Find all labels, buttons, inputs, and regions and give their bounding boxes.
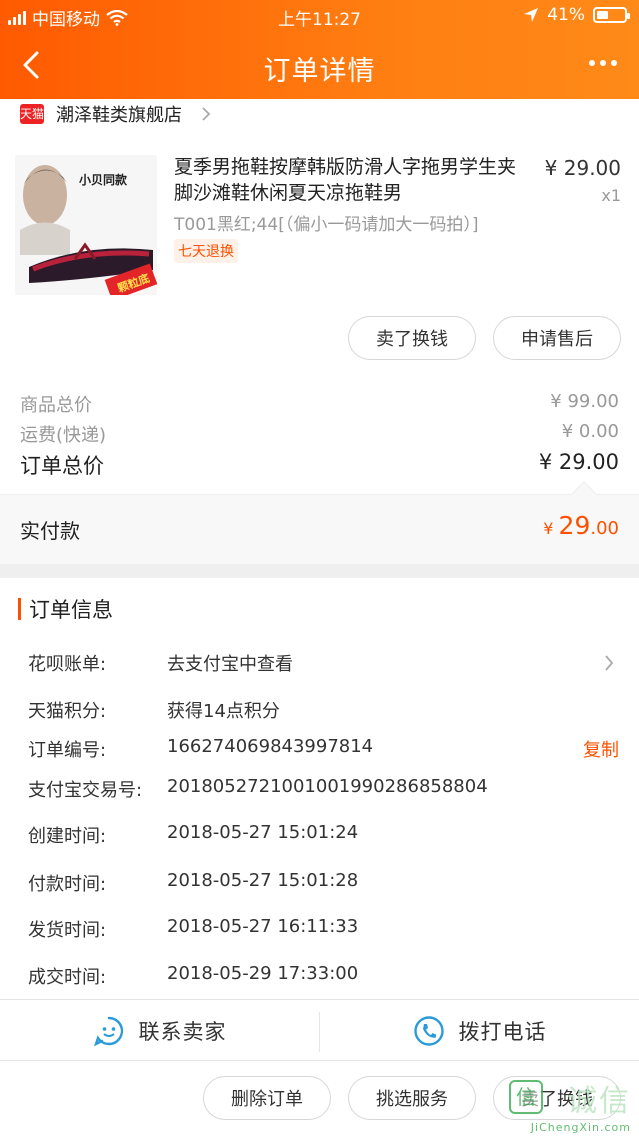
tmall-badge: 天猫 [20, 104, 44, 124]
shipped-time-row: 发货时间: 2018-05-27 16:11:33 [28, 916, 359, 941]
sell-for-cash-button[interactable]: 卖了换钱 [493, 1076, 621, 1120]
header: 中国移动 上午11:27 41% 订单详情 [0, 0, 639, 99]
huabei-bill-row[interactable]: 花呗账单: 去支付宝中查看 [0, 650, 639, 680]
call-phone-button[interactable]: 拨打电话 [320, 1000, 639, 1062]
paid-amount-row: 实付款 ¥ 29.00 [0, 481, 639, 564]
alipay-trade-row: 支付宝交易号: 2018052721001001990286858804 [28, 776, 488, 801]
paid-value: ¥ 29.00 [543, 511, 619, 540]
section-divider [0, 564, 639, 578]
order-number-row: 订单编号: 166274069843997814 复制 [28, 736, 619, 762]
copy-button[interactable]: 复制 [583, 736, 619, 762]
return-policy-tag: 七天退换 [174, 239, 238, 263]
chevron-right-icon [202, 107, 211, 121]
product-item[interactable]: 小贝同款 颗粒底 夏季男拖鞋按摩韩版防滑人字拖男学生夹脚沙滩鞋休闲夏天凉拖鞋男 … [0, 150, 639, 300]
product-price: ¥ 29.00 [544, 156, 621, 180]
bottom-action-bar: 删除订单 挑选服务 卖了换钱 信 诚信 JiChengXin.com [0, 1061, 639, 1136]
shipping-value: ¥ 0.00 [561, 421, 619, 442]
tmall-points-row: 天猫积分: 获得14点积分 [28, 701, 280, 722]
shipping-row: 运费(快递) ¥ 0.00 [0, 421, 639, 451]
location-arrow-icon [524, 8, 539, 22]
product-image-caption: 小贝同款 [79, 173, 128, 187]
contact-seller-label: 联系卖家 [138, 1020, 227, 1044]
order-info-heading: 订单信息 [18, 596, 113, 622]
chevron-right-icon[interactable] [603, 654, 615, 672]
goods-total-label: 商品总价 [20, 395, 92, 416]
after-sale-button[interactable]: 申请售后 [493, 316, 621, 360]
product-quantity: x1 [601, 186, 621, 205]
battery-percent: 41% [547, 5, 585, 25]
chat-face-icon [93, 1016, 123, 1047]
created-time-row: 创建时间: 2018-05-27 15:01:24 [28, 822, 359, 847]
shipping-label: 运费(快递) [20, 425, 107, 446]
pick-service-button[interactable]: 挑选服务 [348, 1076, 476, 1120]
more-icon[interactable] [589, 56, 619, 70]
paid-time-row: 付款时间: 2018-05-27 15:01:28 [28, 870, 359, 895]
order-total-row: 订单总价 ¥ 29.00 [0, 450, 639, 480]
product-sku: T001黑红;44[（偏小一码请加大一码拍）] [174, 215, 479, 235]
completed-time-row: 成交时间: 2018-05-29 17:33:00 [28, 963, 359, 988]
product-image[interactable]: 小贝同款 颗粒底 [15, 155, 157, 295]
order-total-value: ¥ 29.00 [538, 450, 619, 474]
contact-bar: 联系卖家 拨打电话 [0, 999, 639, 1061]
goods-total-value: ¥ 99.00 [550, 391, 619, 412]
call-phone-label: 拨打电话 [458, 1020, 547, 1044]
order-info-section: 订单信息 花呗账单: 去支付宝中查看 天猫积分: 获得14点积分 订单编号: 1… [0, 578, 639, 998]
goods-total-row: 商品总价 ¥ 99.00 [0, 391, 639, 421]
delete-order-button[interactable]: 删除订单 [203, 1076, 331, 1120]
sell-button[interactable]: 卖了换钱 [348, 316, 476, 360]
status-bar: 中国移动 上午11:27 41% [0, 0, 639, 32]
page-title: 订单详情 [263, 56, 376, 87]
contact-seller-button[interactable]: 联系卖家 [0, 1000, 319, 1062]
phone-icon [413, 1016, 444, 1046]
order-total-label: 订单总价 [20, 454, 104, 478]
nav-bar: 订单详情 [0, 32, 639, 99]
notch-decoration [571, 481, 597, 507]
paid-label: 实付款 [20, 519, 80, 543]
shop-row[interactable]: 天猫 潮泽鞋类旗舰店 [0, 99, 639, 129]
shop-name: 潮泽鞋类旗舰店 [56, 105, 182, 126]
product-title: 夏季男拖鞋按摩韩版防滑人字拖男学生夹脚沙滩鞋休闲夏天凉拖鞋男 [174, 156, 517, 204]
battery-icon [593, 7, 630, 23]
